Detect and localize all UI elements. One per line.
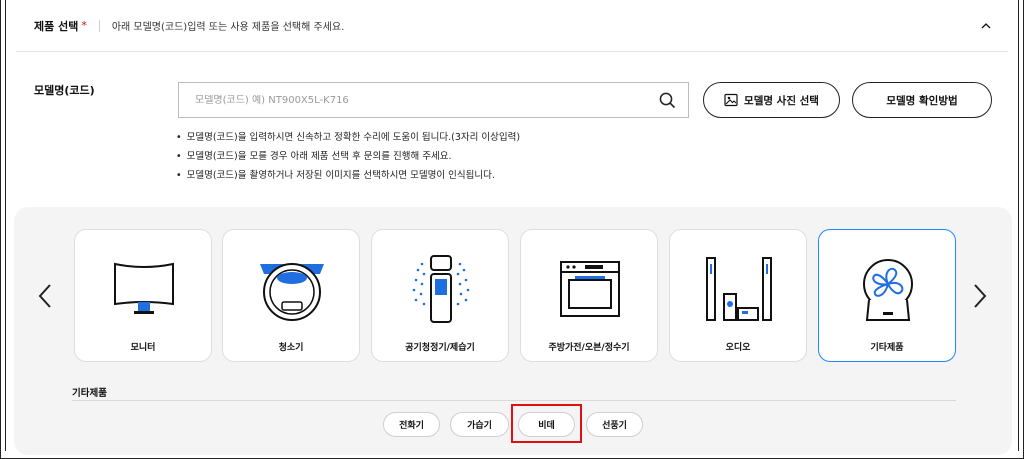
chevron-left-icon[interactable]: [37, 283, 53, 309]
frame-left-edge: [5, 0, 6, 451]
model-input-notes: 모델명(코드)을 입력하시면 신속하고 정확한 수리에 도움이 됩니다.(3자리…: [176, 128, 520, 185]
model-search-input[interactable]: [195, 94, 655, 106]
section-title: 제품 선택: [34, 19, 79, 33]
category-label: 오디오: [725, 343, 751, 353]
note-item: 모델명(코드)을 입력하시면 신속하고 정확한 수리에 도움이 됩니다.(3자리…: [176, 128, 520, 147]
section-description: 아래 모델명(코드)입력 또는 사용 제품을 선택해 주세요.: [111, 22, 345, 33]
subcategory-chip-humidifier[interactable]: 가습기: [450, 412, 509, 437]
note-item: 모델명(코드)을 촬영하거나 저장된 이미지를 선택하시면 모델명이 인식됩니다…: [176, 166, 520, 185]
category-card-monitor[interactable]: 모니터: [74, 229, 212, 362]
category-card-air-purifier[interactable]: 공기청정기/제습기: [371, 229, 509, 362]
category-card-kitchen[interactable]: 주방가전/오븐/정수기: [520, 229, 658, 362]
category-label: 청소기: [278, 343, 304, 353]
subcategory-divider: [72, 400, 956, 401]
model-code-label: 모델명(코드): [34, 84, 95, 97]
image-icon: [724, 93, 738, 107]
frame-right-edge: [1018, 0, 1019, 451]
product-select-header[interactable]: 제품 선택 * 아래 모델명(코드)입력 또는 사용 제품을 선택해 주세요.: [16, 0, 1008, 52]
chevron-right-icon[interactable]: [972, 283, 988, 309]
subcategory-chip-fan[interactable]: 선풍기: [586, 412, 643, 437]
category-label: 공기청정기/제습기: [405, 343, 475, 353]
category-label: 모니터: [130, 343, 156, 353]
model-search-box[interactable]: [178, 82, 689, 118]
robot-vacuum-icon: [260, 263, 324, 321]
required-mark: *: [81, 19, 87, 32]
category-label: 주방가전/오븐/정수기: [548, 343, 630, 353]
fan-icon: [863, 259, 913, 321]
highlight-box: [511, 404, 582, 443]
search-icon[interactable]: [659, 92, 676, 109]
subcategory-title: 기타제품: [72, 388, 107, 399]
speaker-system-icon: [706, 257, 772, 321]
air-purifier-icon: [412, 255, 470, 323]
category-card-vacuum[interactable]: 청소기: [222, 229, 360, 362]
oven-icon: [560, 261, 620, 317]
model-photo-select-label: 모델명 사진 선택: [744, 94, 819, 107]
subcategory-chip-phone[interactable]: 전화기: [383, 412, 440, 437]
chevron-up-icon[interactable]: [980, 20, 992, 32]
monitor-icon: [114, 262, 174, 314]
note-item: 모델명(코드)을 모를 경우 아래 제품 선택 후 문의를 진행해 주세요.: [176, 147, 520, 166]
model-howto-label: 모델명 확인방법: [886, 94, 958, 107]
category-card-other[interactable]: 기타제품: [818, 229, 956, 362]
category-card-audio[interactable]: 오디오: [669, 229, 807, 362]
category-label: 기타제품: [870, 343, 904, 353]
model-photo-select-button[interactable]: 모델명 사진 선택: [703, 82, 840, 118]
model-howto-button[interactable]: 모델명 확인방법: [852, 82, 992, 118]
header-divider: [98, 19, 100, 32]
